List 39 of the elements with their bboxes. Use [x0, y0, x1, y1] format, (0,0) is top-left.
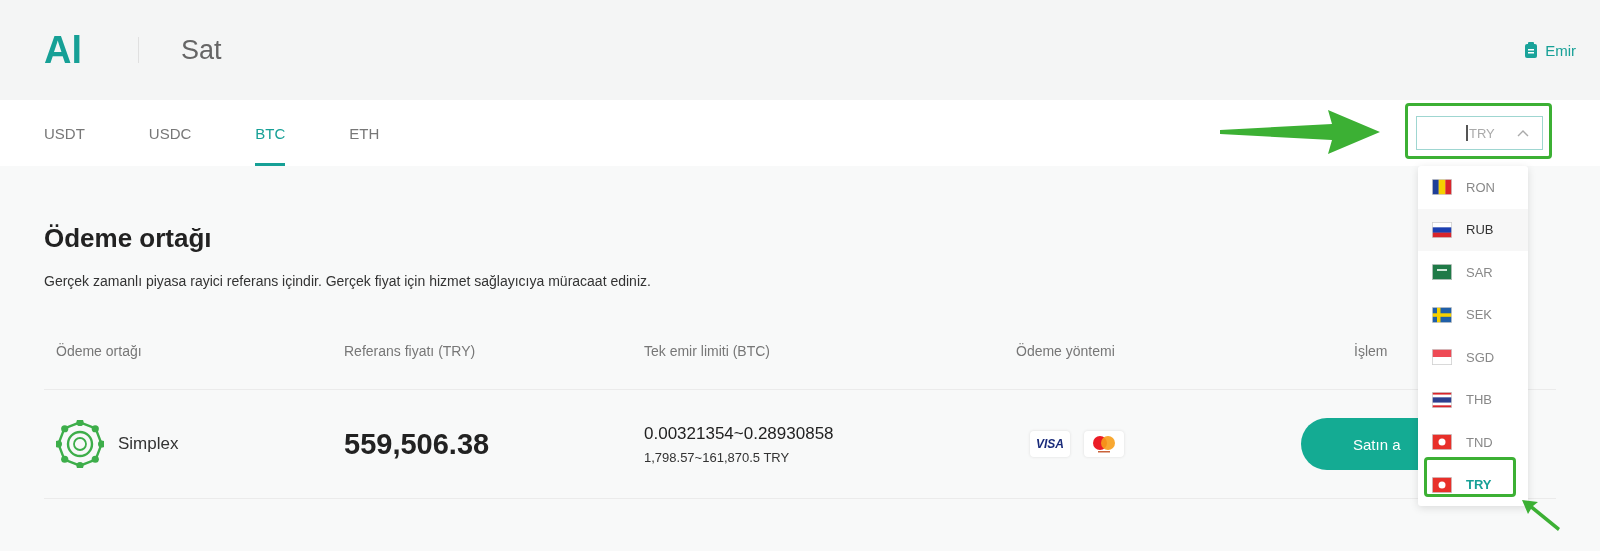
flag-icon — [1432, 264, 1452, 281]
column-header: Referans fiyatı (TRY) — [344, 343, 476, 359]
chevron-icon — [1517, 129, 1529, 137]
currency-option[interactable]: RON — [1418, 166, 1528, 209]
currency-select[interactable]: TRY — [1416, 116, 1543, 150]
column-header: İşlem — [1354, 343, 1388, 359]
flag-icon — [1432, 306, 1452, 323]
currency-tab[interactable]: USDC — [148, 100, 192, 166]
partner-name: Simplex — [118, 434, 179, 454]
page-title: Sat — [181, 34, 222, 66]
mastercard-icon — [1091, 435, 1117, 453]
orders-link[interactable]: Emir — [1524, 41, 1576, 59]
annotation-arrow — [1522, 500, 1562, 532]
currency-option[interactable]: RUB — [1418, 208, 1528, 251]
flag-icon — [1432, 349, 1452, 366]
currency-option[interactable]: SGD — [1418, 336, 1528, 379]
try-limit: 1,798.57~161,870.5 TRY — [644, 449, 791, 465]
currency-tab[interactable]: ETH — [349, 100, 380, 166]
visa-logo: VISA — [1030, 431, 1070, 457]
section-heading: Ödeme ortağı — [44, 223, 212, 255]
partner-logo-icon — [56, 420, 104, 468]
flag-icon — [1432, 179, 1452, 196]
btc-limit: 0.00321354~0.28930858 — [644, 423, 835, 444]
currency-option[interactable]: THB — [1418, 378, 1528, 421]
clipboard-icon — [1524, 42, 1539, 58]
flag-icon — [1432, 434, 1452, 451]
reference-price: 559,506.38 — [344, 427, 491, 461]
logo-text: Al — [44, 28, 82, 72]
currency-option[interactable]: SAR — [1418, 251, 1528, 294]
column-header: Tek emir limiti (BTC) — [644, 343, 770, 359]
currency-option[interactable]: SEK — [1418, 293, 1528, 336]
column-header: Ödeme ortağı — [56, 343, 142, 359]
currency-tab[interactable]: BTC — [255, 100, 286, 166]
flag-icon — [1432, 391, 1452, 408]
flag-icon — [1432, 476, 1452, 493]
currency-tab[interactable]: USDT — [44, 100, 85, 166]
flag-icon — [1432, 221, 1452, 238]
section-description: Gerçek zamanlı piyasa rayici referans içindir. Gerçek fiyat için hizmet sağlayıcıya müracaat ediniz. — [44, 273, 652, 289]
column-header: Ödeme yöntemi — [1016, 343, 1115, 359]
